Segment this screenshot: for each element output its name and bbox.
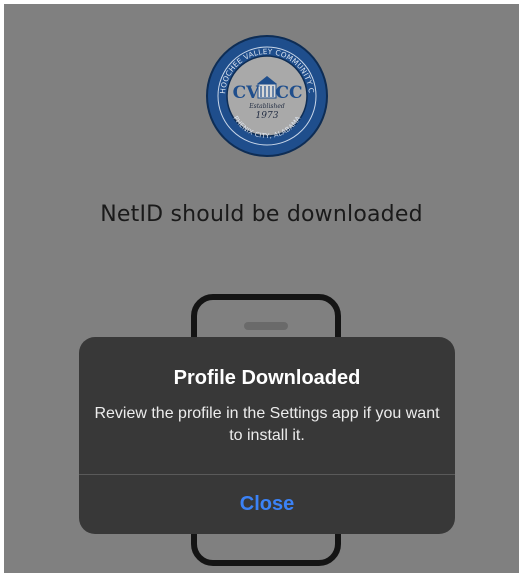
phone-notch <box>244 322 288 330</box>
seal-left-letters: CV <box>233 83 261 103</box>
alert-message: Review the profile in the Settings app i… <box>94 405 440 444</box>
seal-year: 1973 <box>256 111 279 121</box>
close-button[interactable]: Close <box>79 475 455 534</box>
page-headline: NetID should be downloaded <box>100 202 423 227</box>
seal-right-letters: CC <box>275 83 302 103</box>
seal-graphic: CHATTAHOOCHEE VALLEY COMMUNITY COLLEGE P… <box>202 27 328 157</box>
college-seal-logo: CHATTAHOOCHEE VALLEY COMMUNITY COLLEGE P… <box>202 27 329 158</box>
screen: CHATTAHOOCHEE VALLEY COMMUNITY COLLEGE P… <box>4 4 519 573</box>
alert-title: Profile Downloaded <box>173 367 361 389</box>
profile-downloaded-alert: Profile Downloaded Review the profile in… <box>79 337 455 534</box>
seal-established-label: Established <box>248 103 285 110</box>
